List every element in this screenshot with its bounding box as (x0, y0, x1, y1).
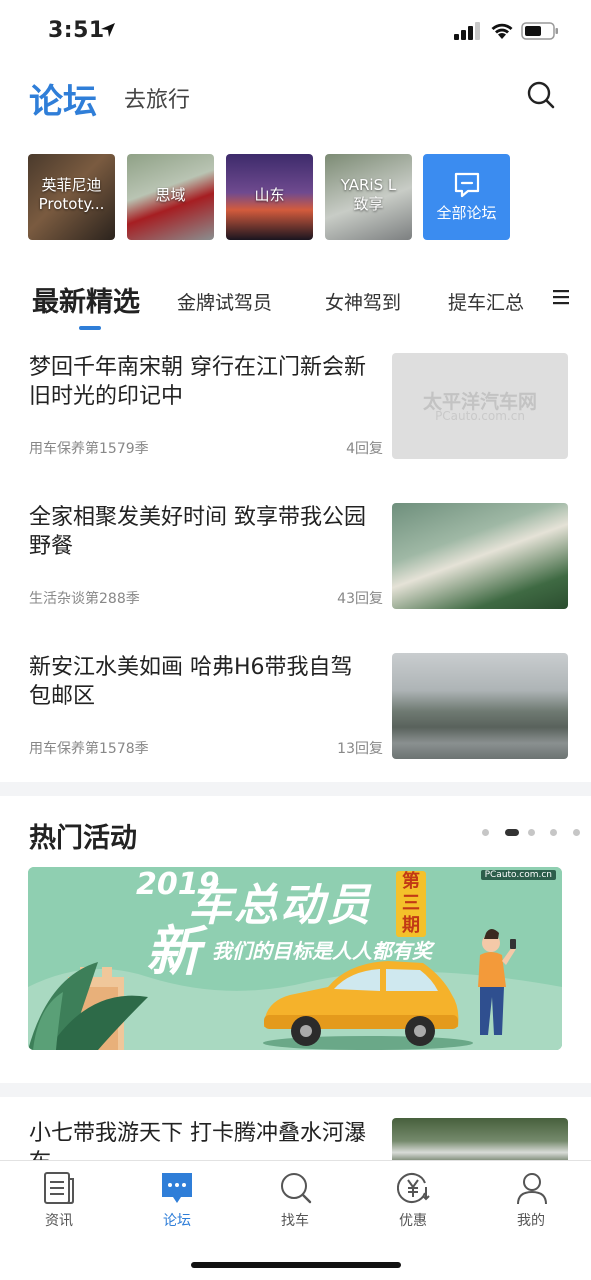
home-indicator[interactable] (191, 1262, 401, 1268)
banner-headline: 车总动员 (188, 880, 372, 931)
forum-shortcut[interactable]: 山东 (226, 154, 313, 240)
event-banner[interactable]: 2019 车总动员 第三期 新 我们的目标是人人都有奖 PCauto.com.c… (28, 867, 562, 1050)
signal-icon (454, 22, 480, 40)
article-title: 全家相聚发美好时间 致享带我公园野餐 (29, 505, 366, 559)
article-thumbnail-placeholder: 太平洋汽车网 PCauto.com.cn (392, 353, 568, 459)
hot-events-title: 热门活动 (29, 823, 137, 854)
banner-slogan: 我们的目标是人人都有奖 (212, 939, 432, 963)
forum-shortcuts: 英菲尼迪 Prototy... 思域 山东 YARiS L 致享 全部论坛 (28, 154, 568, 242)
location-arrow-icon (101, 23, 115, 37)
list-item[interactable]: 全家相聚发美好时间 致享带我公园野餐 生活杂谈第288季 43回复 (0, 503, 591, 613)
article-meta: 用车保养第1579季 (29, 441, 149, 457)
article-title: 梦回千年南宋朝 穿行在江门新会新旧时光的印记中 (29, 355, 366, 409)
wifi-icon (491, 23, 513, 39)
forum-shortcut-label: YARiS L 致享 (340, 176, 397, 213)
tabbar-label: 找车 (281, 1213, 309, 1229)
header-tab-travel[interactable]: 去旅行 (124, 82, 190, 114)
banner-issue-badge: 第三期 (396, 871, 426, 937)
article-thumbnail (392, 653, 568, 759)
news-icon (44, 1172, 74, 1204)
forum-page: 3:51 论坛 去旅行 英菲尼迪 Prototy... 思域 山东 YARiS … (0, 0, 591, 1280)
forum-shortcut-label: 思域 (155, 186, 186, 204)
status-time: 3:51 (48, 18, 105, 43)
forum-shortcut[interactable]: YARiS L 致享 (325, 154, 412, 240)
article-replies: 4回复 (346, 441, 383, 457)
tabbar-find-car[interactable]: 找车 (236, 1161, 354, 1231)
status-bar: 3:51 (0, 0, 591, 64)
carousel-dot (550, 829, 557, 836)
forum-icon (162, 1173, 192, 1203)
header-tab-forum[interactable]: 论坛 (29, 74, 97, 123)
tabbar-news[interactable]: 资讯 (0, 1161, 118, 1231)
person-icon (517, 1173, 547, 1205)
forum-shortcut[interactable]: 英菲尼迪 Prototy... (28, 154, 115, 240)
tab-latest-picks[interactable]: 最新精选 (32, 280, 140, 319)
list-item[interactable]: 新安江水美如画 哈弗H6带我自驾包邮区 用车保养第1578季 13回复 (0, 653, 591, 763)
carousel-dot (528, 829, 535, 836)
article-thumbnail (392, 1118, 568, 1164)
tab-active-indicator (79, 326, 101, 330)
article-thumbnail (392, 503, 568, 609)
tabbar-label: 论坛 (163, 1213, 191, 1229)
content-tabs: 最新精选 金牌试驾员 女神驾到 提车汇总 (0, 278, 591, 334)
battery-icon (521, 22, 558, 40)
tabbar-label: 我的 (517, 1213, 545, 1229)
article-replies: 13回复 (337, 741, 383, 757)
chat-bubble-icon (454, 172, 480, 198)
menu-icon[interactable] (551, 288, 571, 306)
section-divider (0, 782, 591, 796)
tabbar-label: 资讯 (45, 1213, 73, 1229)
forum-shortcut-label: 山东 (254, 186, 285, 204)
carousel-dot-active (505, 829, 519, 836)
section-divider (0, 1083, 591, 1097)
all-forums-label: 全部论坛 (436, 204, 497, 222)
article-meta: 生活杂谈第288季 (29, 591, 140, 607)
search-icon (281, 1173, 312, 1204)
article-replies: 43回复 (337, 591, 383, 607)
carousel-indicator (480, 828, 580, 838)
banner-brand: PCauto.com.cn (480, 870, 556, 880)
banner-big-char: 新 (146, 920, 200, 983)
tabbar-deals[interactable]: 优惠 (354, 1161, 472, 1231)
article-meta: 用车保养第1578季 (29, 741, 149, 757)
all-forums-button[interactable]: 全部论坛 (423, 154, 510, 240)
list-item[interactable]: 梦回千年南宋朝 穿行在江门新会新旧时光的印记中 用车保养第1579季 4回复 太… (0, 353, 591, 463)
tabbar-label: 优惠 (399, 1213, 427, 1229)
yen-coin-icon (397, 1173, 430, 1203)
tab-goddess[interactable]: 女神驾到 (325, 288, 401, 315)
watermark-url: PCauto.com.cn (435, 409, 525, 423)
tabbar-profile[interactable]: 我的 (472, 1161, 590, 1231)
carousel-dot (482, 829, 489, 836)
carousel-dot (573, 829, 580, 836)
tabbar-forum[interactable]: 论坛 (118, 1161, 236, 1231)
search-icon[interactable] (526, 80, 556, 110)
forum-shortcut-label: 英菲尼迪 Prototy... (38, 176, 105, 213)
tab-gold-test-driver[interactable]: 金牌试驾员 (177, 288, 272, 315)
tab-car-delivery[interactable]: 提车汇总 (448, 288, 524, 315)
article-title: 新安江水美如画 哈弗H6带我自驾包邮区 (29, 655, 353, 709)
forum-shortcut[interactable]: 思域 (127, 154, 214, 240)
